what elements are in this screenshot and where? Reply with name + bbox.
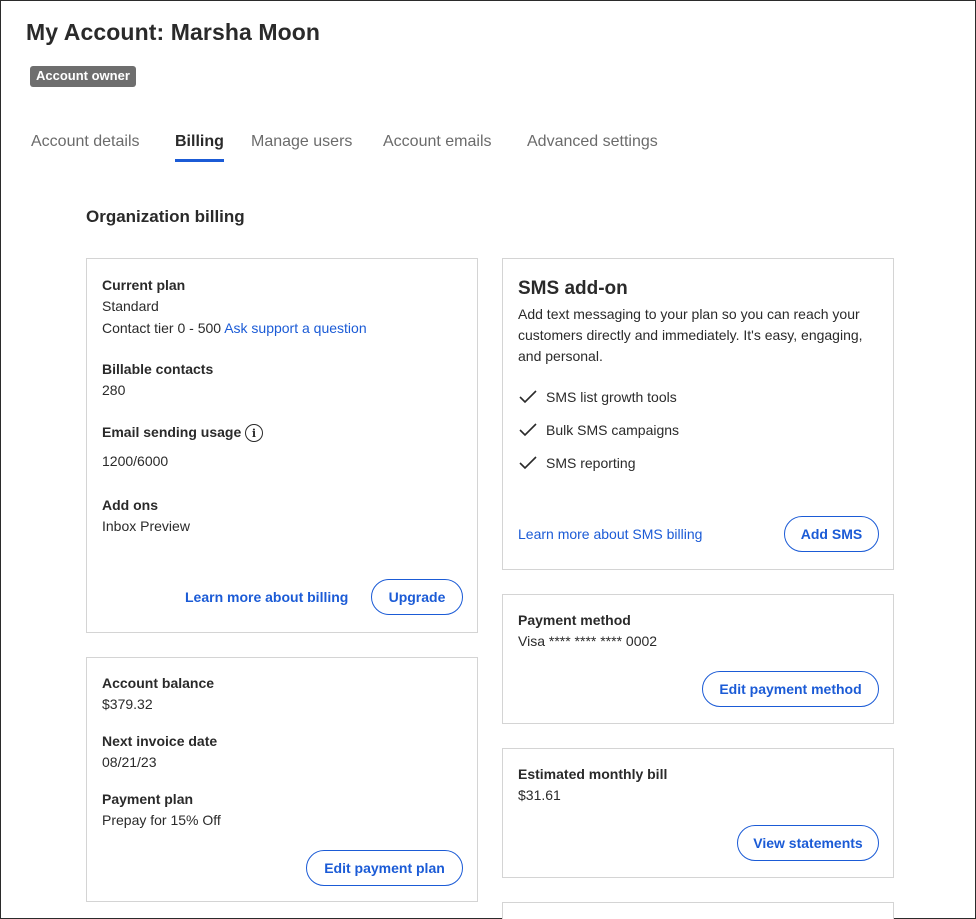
check-icon [519,456,537,470]
payment-method-card: Payment method Visa **** **** **** 0002 … [502,594,894,724]
estimated-bill-value: $31.61 [518,787,561,803]
add-ons-label: Add ons [102,497,158,513]
email-usage-value: 1200/6000 [102,453,169,469]
account-balance-value: $379.32 [102,696,153,712]
info-icon[interactable]: i [245,424,263,442]
section-title: Organization billing [86,207,245,226]
account-page: My Account: Marsha Moon Account owner Ac… [0,0,976,919]
email-usage-label: Email sending usage [102,424,242,440]
next-card-partial [502,902,894,919]
learn-more-billing-link[interactable]: Learn more about billing [185,589,348,605]
add-ons-value: Inbox Preview [102,518,190,534]
tab-manage-users[interactable]: Manage users [251,133,352,159]
current-plan-value: Standard [102,298,159,314]
sms-feature: SMS list growth tools [518,389,677,405]
current-plan-label: Current plan [102,277,186,293]
payment-method-label: Payment method [518,612,631,628]
payment-plan-value: Prepay for 15% Off [102,812,221,828]
account-owner-badge: Account owner [30,66,136,87]
tab-account-details[interactable]: Account details [31,133,140,159]
payment-plan-label: Payment plan [102,791,194,807]
account-balance-label: Account balance [102,675,215,691]
upgrade-button[interactable]: Upgrade [371,579,463,615]
sms-feature: SMS reporting [518,455,635,471]
add-sms-button[interactable]: Add SMS [784,516,879,552]
sms-feature-label: SMS reporting [546,455,636,471]
edit-payment-plan-button[interactable]: Edit payment plan [306,850,463,886]
next-invoice-label: Next invoice date [102,733,218,749]
sms-addon-title: SMS add-on [518,278,628,299]
next-invoice-value: 08/21/23 [102,754,157,770]
account-balance-card: Account balance $379.32 Next invoice dat… [86,657,478,902]
billable-contacts-label: Billable contacts [102,361,214,377]
billable-contacts-value: 280 [102,382,126,398]
current-plan-card: Current plan Standard Contact tier 0 - 5… [86,258,478,633]
sms-addon-card: SMS add-on Add text messaging to your pl… [502,258,894,570]
sms-feature: Bulk SMS campaigns [518,422,679,438]
check-icon [519,423,537,437]
tab-account-emails[interactable]: Account emails [383,133,492,159]
page-title: My Account: Marsha Moon [26,19,321,45]
edit-payment-method-button[interactable]: Edit payment method [702,671,879,707]
learn-more-sms-link[interactable]: Learn more about SMS billing [518,526,702,542]
estimated-bill-card: Estimated monthly bill $31.61 View state… [502,748,894,878]
estimated-bill-label: Estimated monthly bill [518,766,668,782]
tab-billing[interactable]: Billing [175,133,224,162]
tab-advanced-settings[interactable]: Advanced settings [527,133,658,159]
payment-method-value: Visa **** **** **** 0002 [518,633,658,649]
contact-tier-text: Contact tier 0 - 500 [102,320,222,336]
sms-feature-label: SMS list growth tools [546,389,677,405]
ask-support-link[interactable]: Ask support a question [224,320,366,336]
sms-feature-label: Bulk SMS campaigns [546,422,680,438]
view-statements-button[interactable]: View statements [737,825,879,861]
sms-addon-description: Add text messaging to your plan so you c… [518,306,863,364]
contact-tier: Contact tier 0 - 500 Ask support a quest… [102,320,367,336]
check-icon [519,390,537,404]
